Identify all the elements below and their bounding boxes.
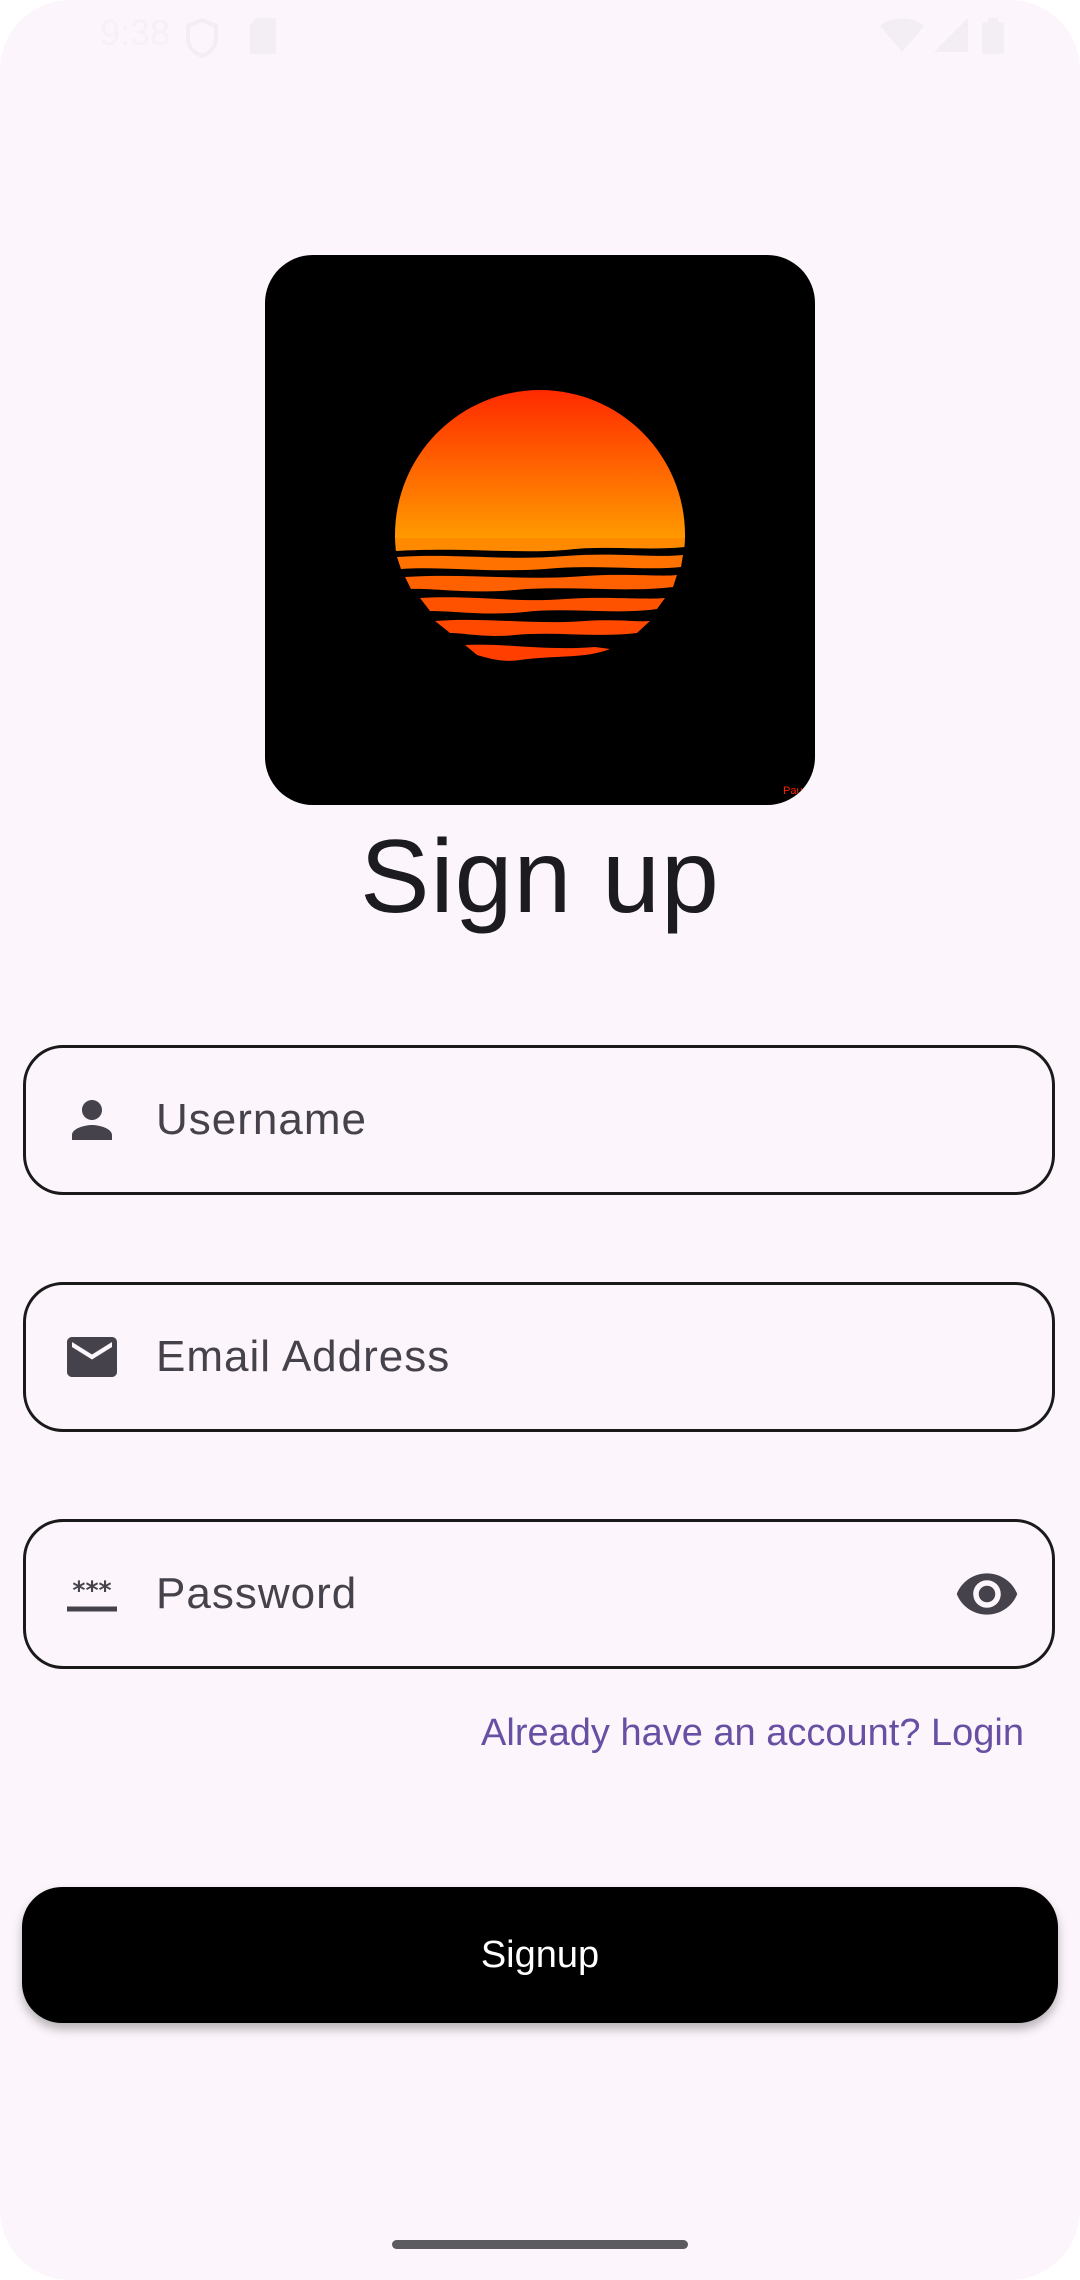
sunset-logo: Pau (265, 255, 815, 805)
eye-icon[interactable] (954, 1561, 1020, 1627)
gesture-nav-handle[interactable] (392, 2240, 688, 2249)
battery-icon (982, 18, 1004, 54)
svg-text:***: *** (72, 1576, 111, 1605)
status-time: 9:38 (100, 12, 171, 53)
mail-icon (67, 1337, 117, 1377)
sd-card-icon (250, 18, 276, 54)
wifi-icon (880, 18, 924, 52)
username-field[interactable]: Username (23, 1045, 1055, 1195)
password-icon: *** (67, 1576, 117, 1612)
status-bar: 9:38 (0, 0, 1080, 70)
signup-button[interactable]: Signup (22, 1887, 1058, 2023)
logo-watermark: Pau (783, 785, 803, 797)
signal-icon (934, 18, 968, 52)
shield-icon (186, 18, 218, 58)
username-placeholder: Username (156, 1095, 367, 1144)
login-link[interactable]: Already have an account? Login (481, 1712, 1024, 1755)
person-icon (72, 1100, 112, 1140)
password-field[interactable]: *** Password (23, 1519, 1055, 1669)
signup-screen: 9:38 Pau Sign up Username Email Address … (0, 0, 1080, 2280)
password-placeholder: Password (156, 1569, 358, 1618)
email-placeholder: Email Address (156, 1332, 451, 1381)
page-title: Sign up (360, 819, 720, 935)
email-field[interactable]: Email Address (23, 1282, 1055, 1432)
